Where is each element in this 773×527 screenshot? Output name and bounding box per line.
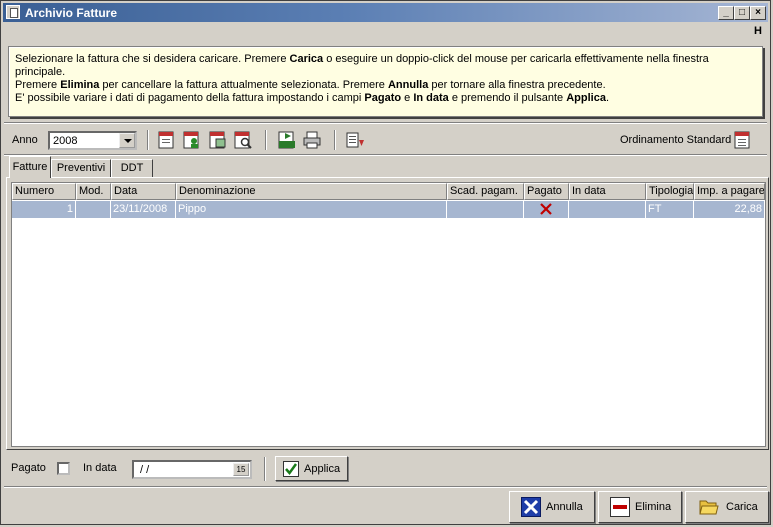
separator — [4, 122, 767, 124]
cell-tipologia: FT — [646, 201, 694, 218]
column-header-denominazione[interactable]: Denominazione — [176, 183, 447, 200]
in-data-field[interactable]: / / 15 — [132, 460, 252, 479]
table-header: Numero Mod. Data Denominazione Scad. pag… — [12, 183, 765, 200]
column-header-data[interactable]: Data — [111, 183, 176, 200]
cell-pagato — [524, 201, 569, 218]
minimize-button[interactable]: _ — [718, 6, 734, 20]
info-line-1: Selezionare la fattura che si desidera c… — [15, 53, 709, 78]
red-x-icon — [540, 203, 552, 215]
column-header-mod[interactable]: Mod. — [76, 183, 111, 200]
column-header-numero[interactable]: Numero — [12, 183, 76, 200]
print-icon[interactable] — [302, 130, 322, 150]
in-data-label: In data — [83, 462, 117, 474]
anno-value: 2008 — [53, 135, 78, 147]
carica-label: Carica — [726, 501, 758, 513]
column-header-tipologia[interactable]: Tipologia — [646, 183, 694, 200]
cell-scad-pagam — [447, 201, 524, 218]
column-header-in-data[interactable]: In data — [569, 183, 646, 200]
copy-invoice-icon[interactable] — [208, 130, 228, 150]
window-title: Archivio Fatture — [25, 6, 118, 20]
date-value: / / — [140, 464, 150, 476]
footer-buttons: Annulla Elimina Carica — [4, 488, 769, 524]
separator — [4, 154, 767, 156]
cell-denominazione: Pippo — [176, 201, 447, 218]
archivio-fatture-window: Archivio Fatture _ □ × H Selezionare la … — [0, 0, 771, 525]
tab-ddt[interactable]: DDT — [111, 159, 153, 177]
carica-button[interactable]: Carica — [685, 491, 769, 523]
table-row[interactable]: 1 23/11/2008 Pippo FT 22,88 — [12, 201, 765, 218]
menu-bar: H — [3, 23, 768, 41]
tab-preventivi[interactable]: Preventivi — [51, 159, 111, 177]
toolbar-separator — [334, 130, 336, 150]
chevron-down-icon[interactable] — [119, 133, 135, 148]
annulla-label: Annulla — [546, 501, 583, 513]
column-header-pagato[interactable]: Pagato — [524, 183, 569, 200]
info-line-2: Premere Elimina per cancellare la fattur… — [15, 79, 606, 91]
applica-label: Applica — [304, 462, 341, 475]
cell-importo: 22,88 — [694, 201, 765, 218]
checkmark-icon — [283, 461, 299, 477]
customer-invoice-icon[interactable] — [182, 130, 202, 150]
elimina-button[interactable]: Elimina — [598, 491, 682, 523]
toolbar-separator — [265, 130, 267, 150]
toolbar: Anno 2008 Ordinamento Standard — [4, 125, 769, 155]
title-bar[interactable]: Archivio Fatture _ □ × — [3, 3, 768, 22]
folder-open-icon — [699, 500, 719, 515]
delete-icon — [610, 497, 630, 517]
ordinamento-label: Ordinamento Standard — [620, 134, 732, 146]
info-line-3: E' possibile variare i dati di pagamento… — [15, 92, 609, 104]
info-panel: Selezionare la fattura che si desidera c… — [8, 46, 763, 117]
app-icon — [6, 5, 20, 19]
close-button[interactable]: × — [750, 6, 766, 20]
pagato-checkbox[interactable] — [57, 462, 70, 475]
tab-fatture[interactable]: Fatture — [9, 156, 51, 178]
cell-numero: 1 — [12, 201, 76, 218]
cell-data: 23/11/2008 — [111, 201, 176, 218]
anno-label: Anno — [12, 134, 38, 146]
sort-order-icon[interactable] — [733, 130, 753, 150]
toolbar-separator — [264, 457, 266, 481]
sort-list-icon[interactable] — [345, 130, 365, 150]
applica-button[interactable]: Applica — [275, 456, 348, 481]
export-icon[interactable] — [277, 130, 297, 150]
search-invoice-icon[interactable] — [233, 130, 253, 150]
menu-help[interactable]: H — [754, 25, 762, 37]
new-invoice-icon[interactable] — [157, 130, 177, 150]
pagato-label: Pagato — [11, 462, 46, 474]
column-header-scad-pagam[interactable]: Scad. pagam. — [447, 183, 524, 200]
column-header-imp-a-pagare[interactable]: Imp. a pagare — [694, 183, 765, 200]
calendar-icon[interactable]: 15 — [233, 463, 249, 476]
invoices-table[interactable]: Numero Mod. Data Denominazione Scad. pag… — [11, 182, 766, 447]
payment-bar: Pagato In data / / 15 Applica — [4, 453, 769, 485]
annulla-button[interactable]: Annulla — [509, 491, 595, 523]
toolbar-separator — [147, 130, 149, 150]
cell-in-data — [569, 201, 646, 218]
cell-mod — [76, 201, 111, 218]
elimina-label: Elimina — [635, 501, 672, 513]
anno-select[interactable]: 2008 — [48, 131, 137, 150]
cancel-icon — [521, 497, 541, 517]
maximize-button[interactable]: □ — [734, 6, 750, 20]
